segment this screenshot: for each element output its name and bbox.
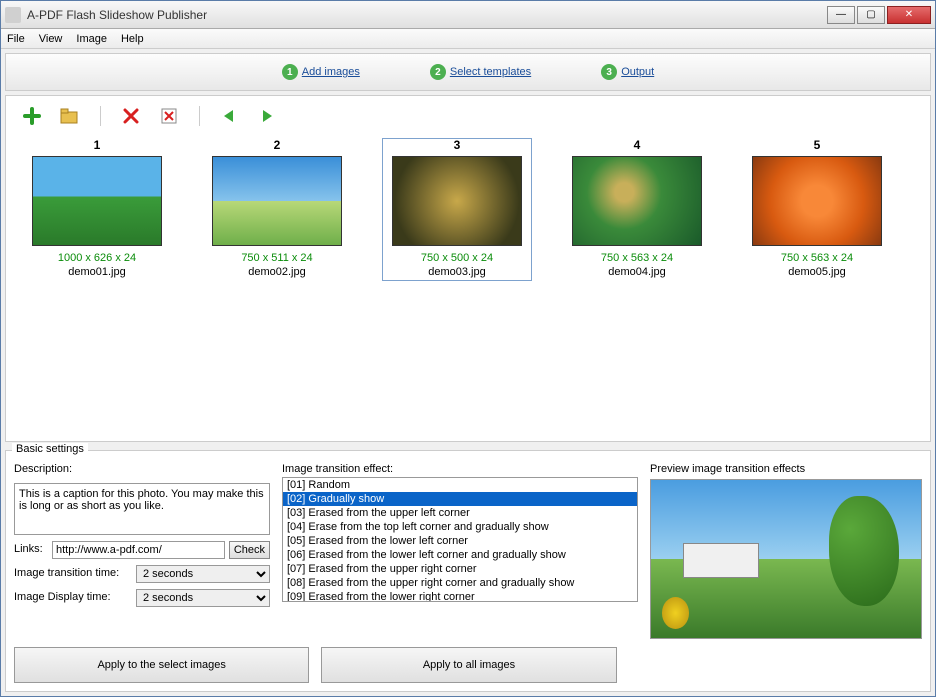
thumbnail[interactable]: 1 1000 x 626 x 24 demo01.jpg xyxy=(22,138,172,278)
effect-option[interactable]: [08] Erased from the upper right corner … xyxy=(283,576,637,590)
preview-pane xyxy=(650,479,922,639)
separator xyxy=(100,106,101,126)
disp-time-label: Image Display time: xyxy=(14,591,132,603)
settings-mid: Image transition effect: [01] Random[02]… xyxy=(282,463,638,639)
toolbar xyxy=(14,104,922,134)
links-input[interactable] xyxy=(52,541,225,559)
thumbnail[interactable]: 5 750 x 563 x 24 demo05.jpg xyxy=(742,138,892,278)
delete-all-icon[interactable] xyxy=(159,106,179,126)
thumb-dimensions: 750 x 563 x 24 xyxy=(781,252,853,264)
effect-label: Image transition effect: xyxy=(282,463,638,475)
thumb-number: 4 xyxy=(634,138,641,152)
disp-time-select[interactable]: 2 seconds xyxy=(136,589,270,607)
step-label: Select templates xyxy=(450,66,531,78)
effect-option[interactable]: [02] Gradually show xyxy=(283,492,637,506)
thumbnail[interactable]: 2 750 x 511 x 24 demo02.jpg xyxy=(202,138,352,278)
close-button[interactable]: ✕ xyxy=(887,6,931,24)
settings-left: Description: This is a caption for this … xyxy=(14,463,270,639)
description-input[interactable]: This is a caption for this photo. You ma… xyxy=(14,483,270,535)
maximize-button[interactable]: ▢ xyxy=(857,6,885,24)
thumb-image[interactable] xyxy=(752,156,882,246)
separator xyxy=(199,106,200,126)
thumb-dimensions: 1000 x 626 x 24 xyxy=(58,252,136,264)
apply-select-button[interactable]: Apply to the select images xyxy=(14,647,309,683)
thumbnail[interactable]: 3 750 x 500 x 24 demo03.jpg xyxy=(382,138,532,281)
links-label: Links: xyxy=(14,543,48,555)
settings-right: Preview image transition effects xyxy=(650,463,922,639)
window-controls: — ▢ ✕ xyxy=(827,6,931,24)
menu-image[interactable]: Image xyxy=(76,33,107,45)
step-num-icon: 2 xyxy=(430,64,446,80)
add-folder-icon[interactable] xyxy=(60,106,80,126)
thumb-number: 5 xyxy=(814,138,821,152)
titlebar: A-PDF Flash Slideshow Publisher — ▢ ✕ xyxy=(1,1,935,29)
effect-option[interactable]: [01] Random xyxy=(283,478,637,492)
effect-option[interactable]: [09] Erased from the lower right corner xyxy=(283,590,637,602)
thumb-image[interactable] xyxy=(212,156,342,246)
thumb-filename: demo03.jpg xyxy=(428,266,486,278)
title-text: A-PDF Flash Slideshow Publisher xyxy=(27,8,827,22)
thumbnail[interactable]: 4 750 x 563 x 24 demo04.jpg xyxy=(562,138,712,278)
menu-file[interactable]: File xyxy=(7,33,25,45)
thumb-number: 1 xyxy=(94,138,101,152)
prev-icon[interactable] xyxy=(220,106,240,126)
step-label: Add images xyxy=(302,66,360,78)
app-window: A-PDF Flash Slideshow Publisher — ▢ ✕ Fi… xyxy=(0,0,936,697)
trans-time-label: Image transition time: xyxy=(14,567,132,579)
apply-all-button[interactable]: Apply to all images xyxy=(321,647,616,683)
app-icon xyxy=(5,7,21,23)
step-label: Output xyxy=(621,66,654,78)
main-panel: 1 1000 x 626 x 24 demo01.jpg 2 750 x 511 x 2… xyxy=(5,95,931,442)
minimize-button[interactable]: — xyxy=(827,6,855,24)
trans-time-select[interactable]: 2 seconds xyxy=(136,565,270,583)
thumb-image[interactable] xyxy=(32,156,162,246)
thumb-dimensions: 750 x 500 x 24 xyxy=(421,252,493,264)
thumb-filename: demo04.jpg xyxy=(608,266,666,278)
settings-title: Basic settings xyxy=(12,443,88,455)
effect-option[interactable]: [03] Erased from the upper left corner xyxy=(283,506,637,520)
effect-option[interactable]: [04] Erase from the top left corner and … xyxy=(283,520,637,534)
menubar: File View Image Help xyxy=(1,29,935,49)
step-num-icon: 1 xyxy=(282,64,298,80)
next-icon[interactable] xyxy=(258,106,278,126)
thumb-image[interactable] xyxy=(572,156,702,246)
step-num-icon: 3 xyxy=(601,64,617,80)
thumb-number: 3 xyxy=(454,138,461,152)
menu-view[interactable]: View xyxy=(39,33,63,45)
menu-help[interactable]: Help xyxy=(121,33,144,45)
step-1[interactable]: 1 Add images xyxy=(282,64,360,80)
thumb-filename: demo02.jpg xyxy=(248,266,306,278)
desc-label: Description: xyxy=(14,463,270,475)
step-2[interactable]: 2 Select templates xyxy=(430,64,531,80)
effect-option[interactable]: [05] Erased from the lower left corner xyxy=(283,534,637,548)
thumb-image[interactable] xyxy=(392,156,522,246)
thumb-number: 2 xyxy=(274,138,281,152)
basic-settings: Basic settings Description: This is a ca… xyxy=(5,450,931,692)
thumb-dimensions: 750 x 511 x 24 xyxy=(241,252,312,264)
thumb-dimensions: 750 x 563 x 24 xyxy=(601,252,673,264)
delete-icon[interactable] xyxy=(121,106,141,126)
effect-option[interactable]: [06] Erased from the lower left corner a… xyxy=(283,548,637,562)
effect-option[interactable]: [07] Erased from the upper right corner xyxy=(283,562,637,576)
thumb-filename: demo05.jpg xyxy=(788,266,846,278)
stepbar: 1 Add images 2 Select templates 3 Output xyxy=(5,53,931,91)
thumbnails-panel: 1 1000 x 626 x 24 demo01.jpg 2 750 x 511 x 2… xyxy=(14,134,922,433)
effects-listbox[interactable]: [01] Random[02] Gradually show[03] Erase… xyxy=(282,477,638,602)
step-3[interactable]: 3 Output xyxy=(601,64,654,80)
add-image-icon[interactable] xyxy=(22,106,42,126)
check-button[interactable]: Check xyxy=(229,541,270,559)
thumb-filename: demo01.jpg xyxy=(68,266,126,278)
preview-label: Preview image transition effects xyxy=(650,463,922,475)
